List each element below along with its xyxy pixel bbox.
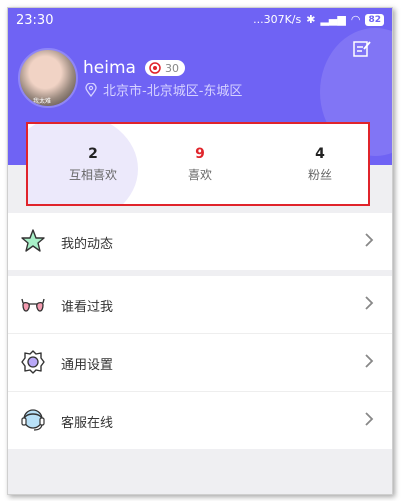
location: 北京市-北京城区-东城区 xyxy=(85,80,242,99)
edit-icon[interactable] xyxy=(352,39,372,59)
menu-top: 我的动态 xyxy=(8,213,392,270)
location-text: 北京市-北京城区-东城区 xyxy=(103,84,243,99)
menu-item-visitors[interactable]: 谁看过我 xyxy=(8,276,392,334)
chevron-right-icon xyxy=(365,233,374,247)
menu-item-customer-service[interactable]: 客服在线 xyxy=(8,392,392,449)
app-frame: 23:30 ...307K/s ✱ ▂▄▆ ◠ 82 我太难 heima 30 xyxy=(7,7,393,495)
menu-item-settings[interactable]: 通用设置 xyxy=(8,334,392,392)
menu-item-my-posts[interactable]: 我的动态 xyxy=(8,213,392,270)
level-value: 30 xyxy=(165,61,179,75)
glasses-icon xyxy=(21,298,45,312)
gear-icon xyxy=(21,350,45,374)
stat-label: 互相喜欢 xyxy=(68,168,117,182)
menu-item-label: 通用设置 xyxy=(61,358,114,373)
chevron-right-icon xyxy=(365,412,374,426)
headset-icon xyxy=(21,409,45,431)
stat-value: 2 xyxy=(88,146,98,162)
chevron-right-icon xyxy=(365,296,374,310)
bluetooth-icon: ✱ xyxy=(306,13,316,26)
location-pin-icon xyxy=(85,82,97,97)
avatar[interactable]: 我太难 xyxy=(18,48,78,108)
menu-item-label: 客服在线 xyxy=(61,416,114,431)
stat-value: 4 xyxy=(315,146,325,162)
wifi-icon: ◠ xyxy=(350,13,361,26)
stat-label: 粉丝 xyxy=(307,168,332,182)
status-bar: 23:30 ...307K/s ✱ ▂▄▆ ◠ 82 xyxy=(8,8,392,34)
status-indicators: ...307K/s ✱ ▂▄▆ ◠ 82 xyxy=(253,13,384,26)
menu-item-label: 谁看过我 xyxy=(61,300,114,315)
stat-label: 喜欢 xyxy=(187,168,212,182)
stat-value: 9 xyxy=(195,146,205,162)
network-speed: ...307K/s xyxy=(253,13,302,26)
menu-item-label: 我的动态 xyxy=(61,237,114,252)
stat-fans[interactable]: 4 粉丝 xyxy=(270,146,368,183)
star-icon xyxy=(21,229,45,252)
target-icon xyxy=(149,62,161,74)
user-name: heima xyxy=(83,58,136,78)
chevron-right-icon xyxy=(365,354,374,368)
status-time: 23:30 xyxy=(16,13,54,28)
battery-icon: 82 xyxy=(365,13,384,26)
menu-main: 谁看过我 通用设置 客服在线 xyxy=(8,276,392,449)
signal-icon: ▂▄▆ xyxy=(320,13,346,26)
stat-likes[interactable]: 9 喜欢 xyxy=(150,146,250,183)
avatar-caption: 我太难 xyxy=(33,98,52,105)
stat-mutual-likes[interactable]: 2 互相喜欢 xyxy=(43,146,143,183)
level-badge: 30 xyxy=(145,60,185,76)
stats-panel: 2 互相喜欢 9 喜欢 4 粉丝 xyxy=(26,122,370,206)
